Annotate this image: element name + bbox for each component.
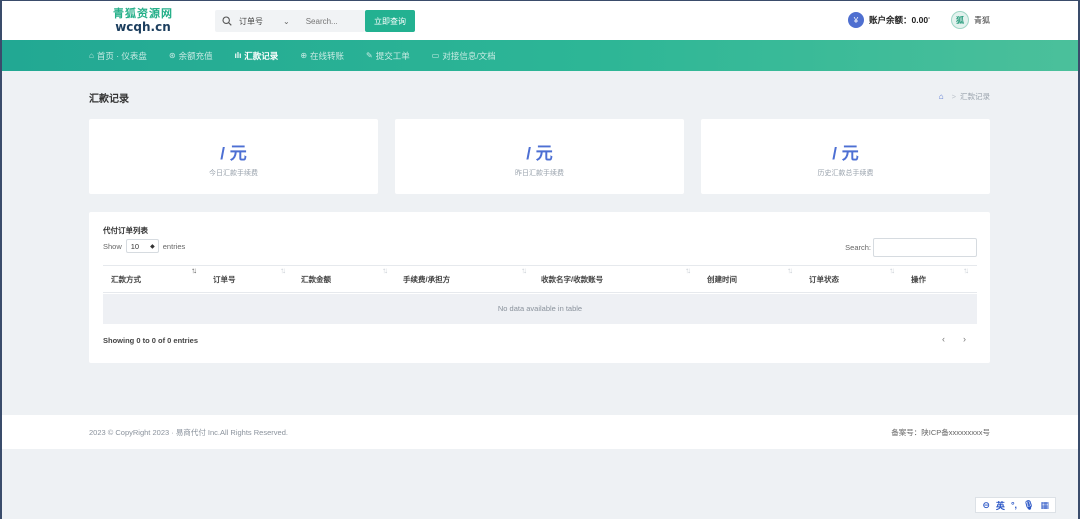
sort-icon[interactable]: ↑↓ xyxy=(382,266,388,275)
document-icon: ▭ xyxy=(431,51,440,60)
nav-item-label: 对接信息/文档 xyxy=(442,50,496,61)
nav-item-label: 首页 · 仪表盘 xyxy=(96,50,147,61)
sort-icon[interactable]: ↑↓ xyxy=(963,266,969,275)
stat-value: / 元 xyxy=(526,144,553,163)
edit-icon: ✎ xyxy=(366,51,373,60)
copyright: 2023 © CopyRight 2023 · 易商代付 Inc.All Rig… xyxy=(89,427,288,437)
show-label: Show xyxy=(103,241,122,251)
avatar[interactable]: 狐 xyxy=(951,11,969,29)
icp-number[interactable]: 备案号：陕ICP备xxxxxxxxx号 xyxy=(891,427,990,438)
sort-asc-icon[interactable]: ↑↓ xyxy=(191,266,197,275)
updown-icon: ◆ xyxy=(150,243,155,250)
column-header[interactable]: 订单号 xyxy=(205,266,236,294)
home-icon: ⌂ xyxy=(89,51,94,60)
ime-lang-toggle[interactable]: 英 xyxy=(996,499,1005,512)
bar-chart-icon: ılı xyxy=(234,51,242,60)
order-table-card: 代付订单列表 Show 10 ◆ entries Search: 汇款方式 ↑↓… xyxy=(89,212,990,363)
nav-item-label: 余额充值 xyxy=(178,50,213,61)
nav-item-label: 在线转账 xyxy=(310,50,345,61)
search-label: Search: xyxy=(845,243,871,252)
stat-label: 历史汇款总手续费 xyxy=(817,170,874,177)
column-header[interactable]: 汇款金额 xyxy=(293,266,331,294)
search-input[interactable] xyxy=(305,16,356,26)
sort-icon[interactable]: ↑↓ xyxy=(280,266,286,275)
footer: 2023 © CopyRight 2023 · 易商代付 Inc.All Rig… xyxy=(2,415,1078,449)
page-length-select[interactable]: 10 ◆ xyxy=(125,239,159,253)
stat-label: 今日汇款手续费 xyxy=(209,170,258,177)
prev-page-button[interactable]: ‹ xyxy=(942,334,945,344)
nav-item-remittance[interactable]: ılı 汇款记录 xyxy=(235,50,279,62)
next-page-button[interactable]: › xyxy=(963,334,966,344)
stat-value: / 元 xyxy=(220,144,247,163)
ime-logo-icon[interactable]: ⊖ xyxy=(982,500,990,511)
order-search: 订单号 ⌄ xyxy=(215,10,365,32)
query-button[interactable]: 立即查询 xyxy=(365,10,415,32)
main-nav: ⌂ 首页 · 仪表盘 ⊛ 余额充值 ılı 汇款记录 ⊕ 在线转账 ✎ 提交工单… xyxy=(2,40,1078,71)
globe-icon: ⊕ xyxy=(300,51,308,60)
page-length-value: 10 xyxy=(130,241,140,251)
column-header[interactable]: 汇款方式 xyxy=(103,266,141,294)
stat-card-history: / 元 历史汇款总手续费 xyxy=(701,119,990,194)
sort-icon[interactable]: ↑↓ xyxy=(521,266,527,275)
search-type-select[interactable]: 订单号 xyxy=(239,16,279,27)
stat-card-today: / 元 今日汇款手续费 xyxy=(89,119,378,194)
entries-label: entries xyxy=(162,241,186,251)
chevron-down-icon: ⌄ xyxy=(283,16,290,26)
logo-cn: 青狐资源网 xyxy=(113,8,173,20)
page-length-control: Show 10 ◆ entries xyxy=(103,239,185,253)
nav-item-label: 汇款记录 xyxy=(244,50,279,61)
pagination: ‹ › xyxy=(924,334,966,344)
balance-refresh-mark: ° xyxy=(928,17,931,23)
nav-item-ticket[interactable]: ✎ 提交工单 xyxy=(366,50,410,62)
logo[interactable]: 青狐资源网 wcqh.cn xyxy=(108,8,178,34)
wallet-icon: ⊛ xyxy=(168,51,176,60)
table-search: Search: xyxy=(845,238,977,257)
balance-value: 0.00 xyxy=(911,15,929,25)
stat-label: 昨日汇款手续费 xyxy=(515,170,564,177)
coin-icon: ¥ xyxy=(848,12,864,28)
microphone-icon[interactable]: 🎙 xyxy=(1023,500,1034,511)
page-title: 汇款记录 xyxy=(89,94,129,105)
nav-item-transfer[interactable]: ⊕ 在线转账 xyxy=(300,50,344,62)
stat-value: / 元 xyxy=(832,144,859,163)
column-header[interactable]: 操作 xyxy=(903,266,926,294)
logo-en: wcqh.cn xyxy=(115,20,171,34)
search-icon xyxy=(222,16,232,26)
sort-icon[interactable]: ↑↓ xyxy=(889,266,895,275)
sort-icon[interactable]: ↑↓ xyxy=(685,266,691,275)
breadcrumb: ⌂ > 汇款记录 xyxy=(939,91,990,102)
column-header[interactable]: 创建时间 xyxy=(699,266,737,294)
ime-toolbar: ⊖ 英 °, 🎙 ▦ xyxy=(975,497,1056,513)
grid-icon[interactable]: ▦ xyxy=(1040,500,1049,511)
nav-item-recharge[interactable]: ⊛ 余额充值 xyxy=(169,50,213,62)
nav-item-dashboard[interactable]: ⌂ 首页 · 仪表盘 xyxy=(89,50,147,62)
account-balance: ¥ 账户余额： 0.00 ° xyxy=(848,12,930,28)
nav-item-docs[interactable]: ▭ 对接信息/文档 xyxy=(432,50,496,62)
column-header[interactable]: 收款名字/收款账号 xyxy=(533,266,603,294)
empty-table-row: No data available in table xyxy=(103,294,977,324)
top-header: 青狐资源网 wcqh.cn 订单号 ⌄ 立即查询 ¥ 账户余额： 0.00 ° … xyxy=(2,1,1078,40)
column-header[interactable]: 订单状态 xyxy=(801,266,839,294)
balance-label: 账户余额： xyxy=(869,15,912,25)
column-header[interactable]: 手续费/承担方 xyxy=(395,266,450,294)
table-header: 汇款方式 ↑↓ 订单号 ↑↓ 汇款金额 ↑↓ 手续费/承担方 ↑↓ 收款名字/收… xyxy=(103,265,977,293)
table-title: 代付订单列表 xyxy=(103,226,148,235)
breadcrumb-current: 汇款记录 xyxy=(960,92,990,101)
punctuation-icon[interactable]: °, xyxy=(1011,500,1017,510)
breadcrumb-separator: > xyxy=(951,92,956,101)
nav-item-label: 提交工单 xyxy=(375,50,410,61)
table-info: Showing 0 to 0 of 0 entries xyxy=(103,336,199,345)
user-menu[interactable]: 狐 青狐 xyxy=(951,11,990,29)
table-search-input[interactable] xyxy=(873,238,977,257)
sort-icon[interactable]: ↑↓ xyxy=(787,266,793,275)
home-icon[interactable]: ⌂ xyxy=(939,92,944,101)
stat-card-yesterday: / 元 昨日汇款手续费 xyxy=(395,119,684,194)
username[interactable]: 青狐 xyxy=(974,15,990,26)
